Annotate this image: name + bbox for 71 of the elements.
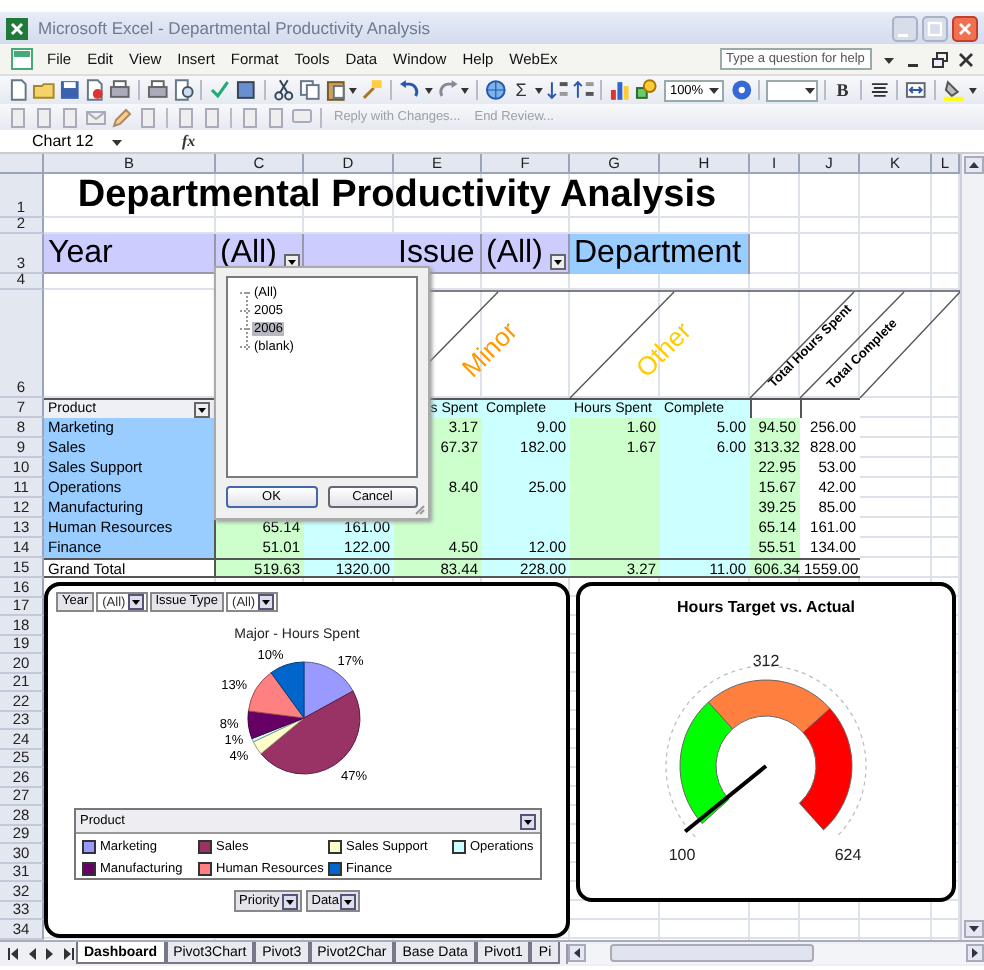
printer-icon[interactable]: [145, 78, 170, 102]
pie-slice[interactable]: [260, 690, 361, 775]
first-sheet-icon[interactable]: [6, 945, 22, 961]
caret-icon[interactable]: [520, 813, 536, 829]
scroll-down-icon[interactable]: [963, 919, 983, 937]
printer-icon[interactable]: [108, 78, 132, 102]
scroll-right-icon[interactable]: [966, 944, 984, 962]
spreadsheet-icon: [10, 48, 34, 70]
bold-button[interactable]: B: [831, 80, 854, 100]
sum-button[interactable]: Σ: [510, 80, 532, 100]
column-field-label: Department: [570, 234, 750, 274]
checkmark-icon[interactable]: [208, 78, 233, 102]
paste-icon[interactable]: [323, 78, 347, 102]
resize-grip-icon[interactable]: [414, 504, 426, 516]
sort-descending-icon[interactable]: [571, 78, 595, 102]
copy-icon[interactable]: [297, 78, 322, 102]
table-cell: [570, 538, 660, 558]
close-button[interactable]: [952, 15, 978, 41]
name-box[interactable]: Chart 12: [8, 132, 104, 150]
print-preview-icon[interactable]: [171, 78, 195, 102]
gauge-label: 624: [834, 846, 862, 864]
caret-icon[interactable]: [340, 893, 357, 909]
brush-icon[interactable]: [360, 78, 385, 102]
chart-panel[interactable]: Hours Target vs. Actual 100 312 624: [576, 582, 956, 902]
caret-icon[interactable]: [281, 893, 298, 909]
page-field-value: (All): [486, 233, 543, 273]
caret-icon[interactable]: [194, 401, 210, 417]
pie-slice[interactable]: [247, 672, 305, 719]
dropdown-button[interactable]: [550, 254, 566, 270]
caret-icon[interactable]: [257, 594, 274, 610]
gauge-needle: [683, 764, 768, 833]
pie-slice[interactable]: [303, 661, 354, 719]
pie-slice[interactable]: [247, 710, 305, 740]
scroll-up-icon[interactable]: [963, 156, 983, 174]
report-title: Departmental Productivity Analysis: [75, 174, 719, 218]
previous-sheet-icon[interactable]: [24, 945, 40, 961]
caret-icon[interactable]: [127, 594, 144, 610]
fill-color-icon[interactable]: [942, 78, 966, 102]
caret-icon[interactable]: [707, 82, 720, 98]
table-cell: [660, 538, 750, 558]
spreadsheet-icon: [6, 17, 28, 39]
page-field-value: (All): [220, 233, 277, 273]
align-icon[interactable]: [867, 78, 891, 102]
restore-icon[interactable]: [932, 51, 948, 67]
gauge-label: 312: [752, 652, 780, 670]
book-icon[interactable]: [234, 78, 258, 102]
merge-icon[interactable]: [904, 78, 929, 102]
last-sheet-icon[interactable]: [60, 945, 76, 961]
help-icon[interactable]: [729, 78, 753, 102]
shapes-icon[interactable]: [634, 78, 658, 102]
window-title: Microsoft Excel - Departmental Productivity Analysis: [38, 18, 431, 38]
vertical-scrollbar[interactable]: [960, 154, 984, 939]
scissors-icon[interactable]: [271, 78, 296, 102]
chart-title: Hours Target vs. Actual: [677, 598, 855, 620]
sort-ascending-icon[interactable]: [545, 78, 570, 102]
next-sheet-icon[interactable]: [42, 945, 58, 961]
close-icon[interactable]: [958, 51, 974, 67]
document-icon[interactable]: [82, 78, 107, 102]
caret-icon[interactable]: [803, 82, 816, 98]
page-field-label: Issue: [394, 234, 482, 274]
save-icon[interactable]: [57, 78, 81, 102]
scroll-left-icon[interactable]: [567, 944, 586, 962]
font-size-field[interactable]: [766, 79, 818, 101]
horizontal-scrollbar[interactable]: [565, 943, 984, 963]
page-field-label: Year: [44, 234, 216, 274]
globe-icon[interactable]: [484, 78, 509, 102]
pie-slice[interactable]: [270, 661, 305, 719]
function-label: fx: [182, 132, 196, 150]
undo-icon[interactable]: [398, 78, 422, 102]
gauge-label: 100: [668, 846, 696, 864]
bar-chart-icon[interactable]: [608, 78, 633, 102]
